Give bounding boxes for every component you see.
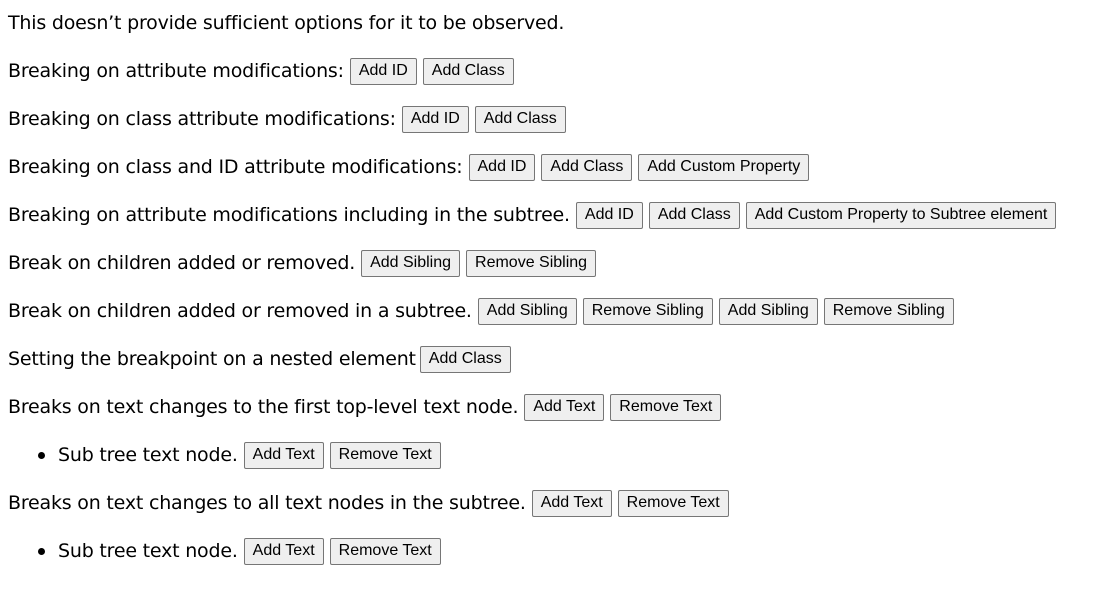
bullet-icon bbox=[38, 452, 45, 459]
add-sibling-button[interactable]: Add Sibling bbox=[718, 298, 818, 325]
remove-text-button[interactable]: Remove Text bbox=[329, 538, 441, 565]
row-label: Sub tree text node. bbox=[58, 444, 238, 466]
row-label: Breaking on class and ID attribute modif… bbox=[8, 156, 463, 178]
add-id-button[interactable]: Add ID bbox=[468, 154, 536, 181]
add-text-button[interactable]: Add Text bbox=[531, 490, 612, 517]
row-label: Breaks on text changes to all text nodes… bbox=[8, 492, 526, 514]
row-label: Breaking on attribute modifications: bbox=[8, 60, 344, 82]
add-sibling-button[interactable]: Add Sibling bbox=[361, 250, 461, 277]
remove-text-button[interactable]: Remove Text bbox=[329, 442, 441, 469]
class-and-id-modifications-row: Breaking on class and ID attribute modif… bbox=[8, 152, 1110, 200]
add-text-button[interactable]: Add Text bbox=[524, 394, 605, 421]
children-subtree-row: Break on children added or removed in a … bbox=[8, 296, 1110, 344]
remove-sibling-button[interactable]: Remove Sibling bbox=[466, 250, 597, 277]
add-class-button[interactable]: Add Class bbox=[541, 154, 633, 181]
add-id-button[interactable]: Add ID bbox=[401, 106, 469, 133]
attribute-modifications-row: Breaking on attribute modifications: Add… bbox=[8, 56, 1110, 104]
page-content: This doesn’t provide sufficient options … bbox=[0, 0, 1110, 584]
add-id-button[interactable]: Add ID bbox=[349, 58, 417, 85]
row-label: Breaking on attribute modifications incl… bbox=[8, 204, 570, 226]
class-attribute-modifications-row: Breaking on class attribute modification… bbox=[8, 104, 1110, 152]
top-level-text-row: Breaks on text changes to the first top-… bbox=[8, 392, 1110, 440]
row-label: Break on children added or removed. bbox=[8, 252, 356, 274]
all-text-nodes-row: Breaks on text changes to all text nodes… bbox=[8, 488, 1110, 536]
row-label: Break on children added or removed in a … bbox=[8, 300, 472, 322]
remove-sibling-button[interactable]: Remove Sibling bbox=[582, 298, 713, 325]
add-class-button[interactable]: Add Class bbox=[422, 58, 514, 85]
remove-sibling-button[interactable]: Remove Sibling bbox=[823, 298, 954, 325]
add-class-button[interactable]: Add Class bbox=[648, 202, 740, 229]
add-text-button[interactable]: Add Text bbox=[243, 442, 324, 469]
add-text-button[interactable]: Add Text bbox=[243, 538, 324, 565]
children-added-removed-row: Break on children added or removed. Add … bbox=[8, 248, 1110, 296]
add-custom-property-subtree-button[interactable]: Add Custom Property to Subtree element bbox=[745, 202, 1057, 229]
row-label: Breaking on class attribute modification… bbox=[8, 108, 396, 130]
subtree-text-node-item: Sub tree text node. Add Text Remove Text bbox=[8, 440, 1110, 488]
row-label: Breaks on text changes to the first top-… bbox=[8, 396, 519, 418]
remove-text-button[interactable]: Remove Text bbox=[610, 394, 722, 421]
remove-text-button[interactable]: Remove Text bbox=[617, 490, 729, 517]
nested-element-row: Setting the breakpoint on a nested eleme… bbox=[8, 344, 1110, 392]
add-id-button[interactable]: Add ID bbox=[575, 202, 643, 229]
add-custom-property-button[interactable]: Add Custom Property bbox=[638, 154, 810, 181]
subtree-text-node-item: Sub tree text node. Add Text Remove Text bbox=[8, 536, 1110, 584]
row-label: Setting the breakpoint on a nested eleme… bbox=[8, 348, 416, 370]
intro-row: This doesn’t provide sufficient options … bbox=[8, 8, 1110, 56]
intro-text: This doesn’t provide sufficient options … bbox=[8, 12, 565, 34]
bullet-icon bbox=[38, 548, 45, 555]
row-label: Sub tree text node. bbox=[58, 540, 238, 562]
add-class-button[interactable]: Add Class bbox=[419, 346, 511, 373]
add-sibling-button[interactable]: Add Sibling bbox=[477, 298, 577, 325]
add-class-button[interactable]: Add Class bbox=[474, 106, 566, 133]
subtree-attribute-modifications-row: Breaking on attribute modifications incl… bbox=[8, 200, 1110, 248]
